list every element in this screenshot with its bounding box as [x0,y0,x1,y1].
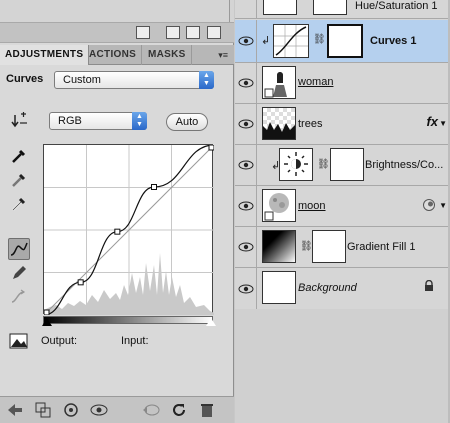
black-point-slider[interactable] [42,318,52,326]
layer-style-icon[interactable] [422,198,436,215]
eye-icon[interactable] [235,104,257,144]
gradient-fill-thumbnail [262,230,296,263]
clipping-arrow-icon: ↲ [261,35,271,47]
expand-effects-icon[interactable]: ▼ [439,201,447,210]
layer-row-selected[interactable]: ↲ ⛓ Curves 1 [235,20,450,63]
curves-thumbnail [273,24,309,58]
mask-thumbnail [327,24,363,58]
layer-name: woman [298,76,334,88]
smart-object-thumbnail [262,189,296,222]
photoshop-panels: ADJUSTMENTS ACTIONS MASKS ▾≡ Curves Cust… [0,0,450,423]
lock-icon [424,279,434,295]
layers-panel: Hue/Saturation 1 ↲ ⛓ Curves 1 woman tree… [235,0,450,423]
channel-select[interactable]: RGB ▲ ▼ [49,112,147,130]
output-label: Output: [41,335,78,347]
channel-select-value: RGB [58,115,82,127]
back-arrow-icon[interactable] [6,401,24,419]
layer-row[interactable]: Hue/Saturation 1 [235,0,450,19]
tab-actions[interactable]: ACTIONS [84,45,143,65]
input-gradient-bar [43,316,213,324]
clipping-warning-icon[interactable] [8,330,30,352]
layers-empty-area [235,309,450,423]
mask-thumbnail [312,230,346,263]
reset-icon[interactable] [170,401,188,419]
gray-point-eyedropper-icon[interactable] [8,169,30,191]
panel-menu-icon[interactable]: ▾≡ [218,50,228,61]
pencil-icon[interactable] [8,262,30,284]
layer-row[interactable]: ⛓ Gradient Fill 1 [235,227,450,268]
brightness-thumbnail [279,148,313,181]
eye-icon[interactable] [235,186,257,226]
layer-row[interactable]: ↲ ⛓ Brightness/Co... [235,145,450,186]
auto-button[interactable]: Auto [166,113,208,131]
eye-icon[interactable] [235,0,257,18]
new-icon[interactable] [186,26,200,39]
layer-name: Curves 1 [370,35,417,47]
curve-control-point[interactable] [151,184,157,190]
layer-row[interactable]: trees fx ▼ [235,104,450,145]
eye-icon[interactable] [235,227,257,267]
smooth-curve-icon[interactable] [8,286,30,308]
layer-row[interactable]: Background [235,268,450,309]
layer-name: Brightness/Co... [365,159,444,171]
layer-name: Hue/Saturation 1 [355,0,438,12]
trash-icon[interactable] [198,401,216,419]
curve-control-point[interactable] [43,309,50,316]
on-image-adjust-icon[interactable] [8,110,30,132]
eye-icon[interactable] [235,63,257,103]
eye-icon[interactable] [235,145,257,185]
curve-control-point[interactable] [114,228,121,235]
link-icon[interactable]: ⛓ [317,159,330,170]
panel-tabs: ADJUSTMENTS ACTIONS MASKS ▾≡ [0,45,234,65]
link-icon[interactable]: ⛓ [313,34,326,45]
curve-edit-icon[interactable] [8,238,30,260]
curves-canvas[interactable] [43,144,215,316]
preset-select[interactable]: Custom ▲ ▼ [54,71,214,89]
layer-name: Gradient Fill 1 [347,241,416,253]
visibility-eye-icon[interactable] [90,401,108,419]
trash-icon[interactable] [207,26,221,39]
panel-button-icon[interactable] [136,26,150,39]
input-label: Input: [121,335,149,347]
expand-view-icon[interactable] [34,401,52,419]
expand-effects-icon[interactable]: ▼ [439,119,447,128]
background-thumbnail [262,271,296,304]
view-previous-icon[interactable] [142,401,160,419]
black-point-eyedropper-icon[interactable] [8,145,30,167]
mask-thumbnail [330,148,364,181]
camera-icon[interactable] [166,26,180,39]
curves-graph[interactable] [43,144,215,316]
adjustment-title: Curves [6,73,44,85]
tab-masks[interactable]: MASKS [143,45,192,65]
layer-row[interactable]: woman [235,63,450,104]
layer-name: trees [298,118,323,130]
white-point-slider[interactable] [206,318,216,326]
adjustments-bottom-bar [0,396,234,423]
panel-toolbar [0,22,234,43]
adjustments-panel: ADJUSTMENTS ACTIONS MASKS ▾≡ Curves Cust… [0,0,234,423]
pixel-layer-thumbnail [262,107,296,140]
layer-row[interactable]: moon ▼ [235,186,450,227]
clip-to-layer-icon[interactable] [62,401,80,419]
layer-name: moon [298,200,326,212]
mask-thumbnail [313,0,347,15]
adjustment-thumbnail [263,0,297,15]
smart-object-thumbnail [262,66,296,99]
panel-top-strip [0,0,234,22]
tab-adjustments[interactable]: ADJUSTMENTS [0,45,90,65]
chevron-updown-icon: ▲ ▼ [132,112,147,130]
curve-control-point[interactable] [208,144,215,151]
eye-icon[interactable] [235,20,257,62]
fx-icon[interactable]: fx [426,114,438,129]
curve-control-point[interactable] [77,279,84,286]
link-icon[interactable]: ⛓ [300,241,313,252]
eye-icon[interactable] [235,268,257,309]
preset-select-value: Custom [63,74,101,86]
layer-name: Background [298,282,357,294]
chevron-updown-icon: ▲ ▼ [199,71,214,89]
white-point-eyedropper-icon[interactable] [8,193,30,215]
